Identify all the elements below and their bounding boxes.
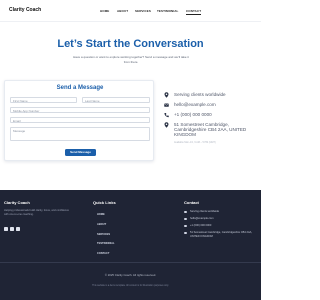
footer-link-home[interactable]: HOME bbox=[97, 213, 105, 216]
footer-brand: Clarity Coach bbox=[4, 200, 30, 205]
nav-services[interactable]: SERVICES bbox=[135, 9, 151, 13]
page-subtitle: Have a question or want to explore worki… bbox=[73, 55, 189, 64]
linkedin-icon[interactable] bbox=[16, 227, 20, 231]
form-title: Send a Message bbox=[56, 85, 104, 91]
footer-link-services[interactable]: SERVICES bbox=[97, 233, 110, 236]
page-title: Let’s Start the Conversation bbox=[57, 38, 204, 50]
message-field[interactable]: Message bbox=[10, 127, 150, 141]
nav-testimonial[interactable]: TESTIMONIAL bbox=[157, 9, 178, 13]
footer-link-testimonial[interactable]: TESTIMONIAL bbox=[97, 242, 115, 245]
main-nav: HOME ABOUT SERVICES TESTIMONIAL CONTACT bbox=[0, 9, 261, 17]
footer-contact-location: Serving clients worldwide bbox=[184, 210, 260, 214]
last-name-field[interactable]: Last Name bbox=[82, 97, 150, 103]
copyright-text: © 2025 Clarity Coach. All rights reserve… bbox=[104, 273, 157, 277]
address-pin-icon bbox=[164, 122, 169, 128]
nav-home[interactable]: HOME bbox=[100, 9, 109, 13]
address-text: 51 Somestreet Cambridge, Cambridgeshire … bbox=[174, 122, 247, 138]
nav-contact[interactable]: CONTACT bbox=[186, 9, 202, 15]
email-text[interactable]: hello@example.com bbox=[174, 102, 274, 107]
facebook-icon[interactable] bbox=[4, 227, 8, 231]
contact-form: Send a Message First Name Last Name Mobi… bbox=[4, 80, 154, 161]
phone-icon bbox=[184, 224, 187, 227]
footer-link-contact[interactable]: CONTACT bbox=[97, 252, 110, 255]
instagram-icon[interactable] bbox=[10, 227, 14, 231]
quick-links-heading: Quick Links bbox=[93, 200, 116, 205]
send-message-button[interactable]: Send Message bbox=[65, 149, 96, 156]
footer-contact-address: 51 Somestreet Cambridge, Cambridgeshire … bbox=[184, 231, 260, 238]
footer-contact-phone[interactable]: +1 (000) 000 0000 bbox=[184, 224, 260, 228]
email-icon bbox=[184, 217, 187, 220]
first-name-field[interactable]: First Name bbox=[10, 97, 77, 103]
nav-about[interactable]: ABOUT bbox=[117, 9, 128, 13]
location-text: Serving clients worldwide bbox=[174, 92, 226, 97]
footer-contact-email[interactable]: hello@example.com bbox=[184, 217, 260, 221]
site-footer: Clarity Coach Helping professionals buil… bbox=[0, 190, 261, 300]
footer-description: Helping professionals build clarity, foc… bbox=[4, 209, 69, 216]
address-icon bbox=[184, 231, 187, 234]
location-icon bbox=[184, 210, 187, 213]
availability-note: Available Mon–Fri, 9 AM – 5 PM (GMT) bbox=[174, 141, 216, 144]
phone-icon bbox=[164, 113, 169, 118]
phone-text[interactable]: +1 (000) 000 0000 bbox=[174, 112, 274, 117]
footer-contact-heading: Contact bbox=[184, 200, 199, 205]
email-icon bbox=[164, 103, 169, 107]
phone-field[interactable]: Mobile App Number bbox=[10, 107, 150, 113]
email-field[interactable]: Email bbox=[10, 117, 150, 123]
footer-divider bbox=[0, 262, 261, 263]
location-pin-icon bbox=[164, 92, 169, 98]
site-header: Clarity Coach HOME ABOUT SERVICES TESTIM… bbox=[0, 0, 261, 22]
disclaimer-text: This website is a demo template. All con… bbox=[92, 285, 169, 287]
footer-link-about[interactable]: ABOUT bbox=[97, 223, 106, 226]
